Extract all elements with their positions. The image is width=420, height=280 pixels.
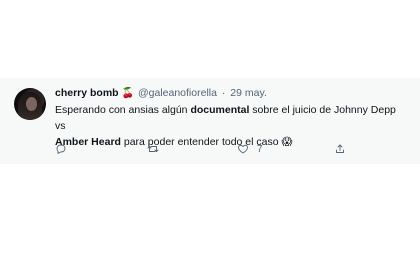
display-name[interactable]: cherry bomb — [55, 87, 119, 99]
tweet-text-bold: documental — [190, 104, 250, 116]
tweet-card[interactable]: cherry bomb 🍒 @galeanofiorella · 29 may. … — [0, 78, 420, 164]
tweet-header: cherry bomb 🍒 @galeanofiorella · 29 may. — [55, 86, 267, 101]
retweet-button[interactable] — [147, 142, 159, 156]
like-button[interactable]: 7 — [237, 142, 263, 156]
cherry-emoji: 🍒 — [121, 88, 135, 99]
reply-icon — [56, 144, 66, 154]
tweet-actions: 7 — [0, 142, 420, 158]
timestamp[interactable]: 29 may. — [230, 87, 267, 99]
reply-button[interactable] — [55, 142, 67, 156]
heart-icon — [238, 144, 248, 154]
share-icon — [336, 144, 344, 153]
separator: · — [221, 87, 226, 99]
tweet-text-part: Esperando con ansias algún — [55, 104, 191, 116]
like-count: 7 — [257, 143, 263, 155]
share-button[interactable] — [334, 142, 346, 156]
avatar[interactable] — [14, 88, 46, 120]
avatar-face — [26, 97, 37, 111]
retweet-icon — [147, 146, 159, 152]
handle[interactable]: @galeanofiorella — [138, 87, 217, 99]
